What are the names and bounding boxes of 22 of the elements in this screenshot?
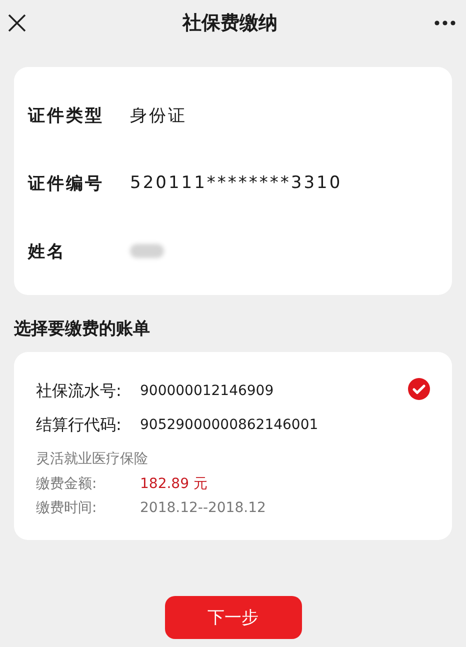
bill-label: 社保流水号: bbox=[36, 380, 122, 402]
field-label: 姓名 bbox=[28, 240, 67, 262]
field-value: 身份证 bbox=[130, 104, 187, 126]
bill-value: 900000012146909 bbox=[140, 383, 274, 399]
more-icon[interactable] bbox=[434, 20, 456, 26]
bill-value: 90529000000862146001 bbox=[140, 417, 318, 433]
page-title: 社保费缴纳 bbox=[182, 10, 278, 36]
blurred-name bbox=[130, 244, 164, 258]
bill-card[interactable]: 社保流水号: 900000012146909 结算行代码: 90529000000862146001 灵活就业医疗保险 缴费金额: 182.89 元 缴费时间: 2018.12--2018.12 bbox=[14, 352, 452, 540]
section-title: 选择要缴费的账单 bbox=[13, 318, 151, 341]
close-icon[interactable] bbox=[8, 14, 26, 32]
next-button[interactable]: 下一步 bbox=[164, 596, 302, 639]
insurance-type: 灵活就业医疗保险 bbox=[36, 450, 149, 468]
check-icon[interactable] bbox=[408, 378, 430, 400]
period-label: 缴费时间: bbox=[36, 499, 98, 517]
field-value: 520111********3310 bbox=[130, 173, 342, 193]
field-label: 证件类型 bbox=[28, 104, 105, 126]
field-label: 证件编号 bbox=[28, 172, 105, 194]
amount-value: 182.89 元 bbox=[140, 475, 208, 493]
amount-label: 缴费金额: bbox=[36, 475, 98, 493]
bill-label: 结算行代码: bbox=[36, 414, 122, 436]
period-value: 2018.12--2018.12 bbox=[140, 500, 266, 516]
